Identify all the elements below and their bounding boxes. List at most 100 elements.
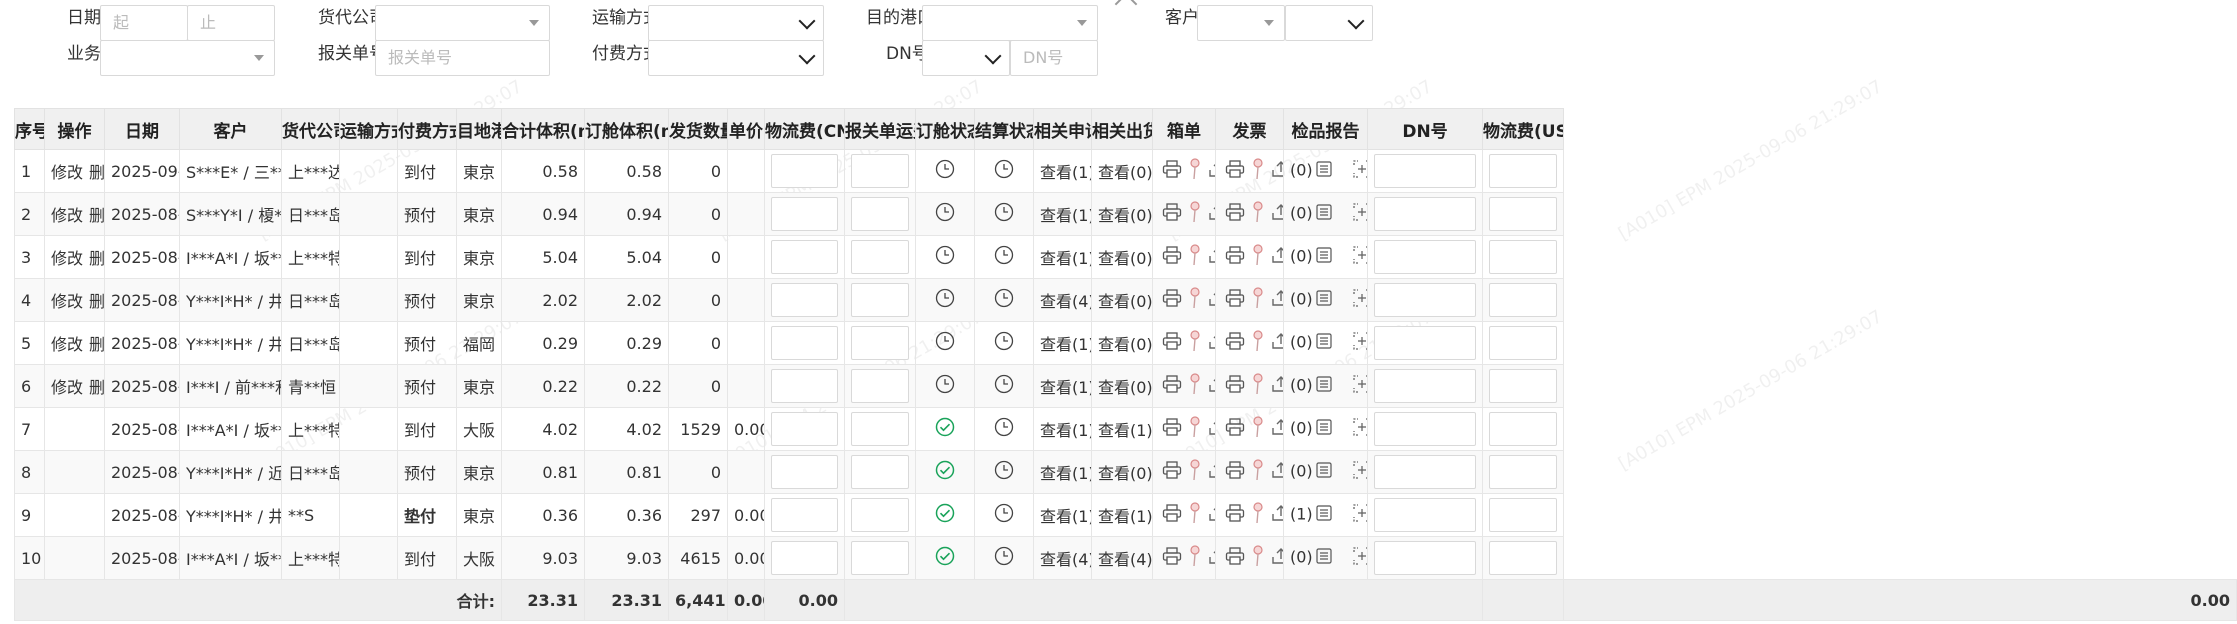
customs-fee-input[interactable] bbox=[851, 326, 909, 360]
delete-link[interactable]: 删除 bbox=[89, 206, 103, 225]
upload-icon[interactable] bbox=[1271, 246, 1283, 268]
logistics-cny-input[interactable] bbox=[771, 541, 838, 575]
edit-link[interactable]: 修改 bbox=[51, 249, 83, 268]
dn-input[interactable] bbox=[1374, 240, 1476, 274]
customs-no-input[interactable]: 报关单号 bbox=[375, 40, 550, 76]
related-ship-link[interactable]: 查看(0) bbox=[1091, 450, 1153, 494]
date-from-input[interactable]: 起 bbox=[100, 5, 188, 41]
edit-link[interactable]: 修改 bbox=[51, 206, 83, 225]
dn-input[interactable] bbox=[1374, 412, 1476, 446]
print-icon[interactable] bbox=[1225, 246, 1245, 268]
pin-icon[interactable] bbox=[1188, 244, 1202, 270]
related-ship-link[interactable]: 查看(4) bbox=[1091, 536, 1153, 580]
scan-add-icon[interactable] bbox=[1353, 547, 1367, 569]
scan-add-icon[interactable] bbox=[1353, 203, 1367, 225]
print-icon[interactable] bbox=[1225, 289, 1245, 311]
pin-icon[interactable] bbox=[1251, 158, 1265, 184]
related-apply-link[interactable]: 查看(1) bbox=[1033, 235, 1092, 279]
print-icon[interactable] bbox=[1225, 418, 1245, 440]
delete-link[interactable]: 删除 bbox=[89, 378, 103, 397]
list-icon[interactable] bbox=[1316, 419, 1332, 439]
business-select[interactable] bbox=[100, 40, 275, 76]
pin-icon[interactable] bbox=[1251, 244, 1265, 270]
collapse-chevron-icon[interactable] bbox=[1114, 0, 1138, 16]
logistics-usd-input[interactable] bbox=[1489, 498, 1557, 532]
dn-input[interactable] bbox=[1374, 541, 1476, 575]
edit-link[interactable]: 修改 bbox=[51, 335, 83, 354]
related-apply-link[interactable]: 查看(1) bbox=[1033, 493, 1092, 537]
pin-icon[interactable] bbox=[1188, 330, 1202, 356]
print-icon[interactable] bbox=[1162, 547, 1182, 569]
logistics-usd-input[interactable] bbox=[1489, 154, 1557, 188]
related-ship-link[interactable]: 查看(0) bbox=[1091, 149, 1153, 193]
date-to-input[interactable]: 止 bbox=[187, 5, 275, 41]
logistics-usd-input[interactable] bbox=[1489, 197, 1557, 231]
logistics-usd-input[interactable] bbox=[1489, 541, 1557, 575]
print-icon[interactable] bbox=[1162, 246, 1182, 268]
list-icon[interactable] bbox=[1316, 161, 1332, 181]
upload-icon[interactable] bbox=[1208, 504, 1215, 526]
scan-add-icon[interactable] bbox=[1353, 160, 1367, 182]
list-icon[interactable] bbox=[1316, 290, 1332, 310]
list-icon[interactable] bbox=[1316, 333, 1332, 353]
customs-fee-input[interactable] bbox=[851, 541, 909, 575]
logistics-cny-input[interactable] bbox=[771, 326, 838, 360]
related-ship-link[interactable]: 查看(0) bbox=[1091, 364, 1153, 408]
related-apply-link[interactable]: 查看(4) bbox=[1033, 536, 1092, 580]
upload-icon[interactable] bbox=[1271, 289, 1283, 311]
dn-input[interactable] bbox=[1374, 455, 1476, 489]
scan-add-icon[interactable] bbox=[1353, 418, 1367, 440]
scan-add-icon[interactable] bbox=[1353, 289, 1367, 311]
customs-fee-input[interactable] bbox=[851, 283, 909, 317]
dn-input[interactable] bbox=[1374, 154, 1476, 188]
scan-add-icon[interactable] bbox=[1353, 461, 1367, 483]
related-apply-link[interactable]: 查看(1) bbox=[1033, 364, 1092, 408]
related-apply-link[interactable]: 查看(1) bbox=[1033, 192, 1092, 236]
dn-select[interactable] bbox=[922, 40, 1010, 76]
pin-icon[interactable] bbox=[1251, 287, 1265, 313]
logistics-cny-input[interactable] bbox=[771, 197, 838, 231]
related-apply-link[interactable]: 查看(1) bbox=[1033, 321, 1092, 365]
delete-link[interactable]: 删除 bbox=[89, 249, 103, 268]
related-apply-link[interactable]: 查看(4) bbox=[1033, 278, 1092, 322]
transport-select[interactable] bbox=[648, 5, 824, 41]
related-apply-link[interactable]: 查看(1) bbox=[1033, 407, 1092, 451]
print-icon[interactable] bbox=[1162, 289, 1182, 311]
dn-input[interactable] bbox=[1374, 283, 1476, 317]
dn-input[interactable] bbox=[1374, 197, 1476, 231]
logistics-usd-input[interactable] bbox=[1489, 283, 1557, 317]
dn-input[interactable]: DN号 bbox=[1010, 40, 1098, 76]
upload-icon[interactable] bbox=[1271, 418, 1283, 440]
logistics-usd-input[interactable] bbox=[1489, 369, 1557, 403]
print-icon[interactable] bbox=[1162, 504, 1182, 526]
upload-icon[interactable] bbox=[1208, 160, 1215, 182]
customs-fee-input[interactable] bbox=[851, 154, 909, 188]
logistics-cny-input[interactable] bbox=[771, 240, 838, 274]
logistics-usd-input[interactable] bbox=[1489, 240, 1557, 274]
edit-link[interactable]: 修改 bbox=[51, 292, 83, 311]
scan-add-icon[interactable] bbox=[1353, 332, 1367, 354]
customer-sub-select[interactable] bbox=[1285, 5, 1373, 41]
logistics-cny-input[interactable] bbox=[771, 498, 838, 532]
delete-link[interactable]: 删除 bbox=[89, 335, 103, 354]
list-icon[interactable] bbox=[1316, 247, 1332, 267]
customer-select[interactable] bbox=[1197, 5, 1285, 41]
related-ship-link[interactable]: 查看(0) bbox=[1091, 235, 1153, 279]
dn-input[interactable] bbox=[1374, 326, 1476, 360]
scan-add-icon[interactable] bbox=[1353, 504, 1367, 526]
upload-icon[interactable] bbox=[1271, 375, 1283, 397]
logistics-cny-input[interactable] bbox=[771, 283, 838, 317]
logistics-usd-input[interactable] bbox=[1489, 412, 1557, 446]
print-icon[interactable] bbox=[1225, 461, 1245, 483]
print-icon[interactable] bbox=[1162, 461, 1182, 483]
customs-fee-input[interactable] bbox=[851, 412, 909, 446]
related-ship-link[interactable]: 查看(1) bbox=[1091, 493, 1153, 537]
logistics-cny-input[interactable] bbox=[771, 455, 838, 489]
customs-fee-input[interactable] bbox=[851, 498, 909, 532]
print-icon[interactable] bbox=[1162, 375, 1182, 397]
print-icon[interactable] bbox=[1225, 375, 1245, 397]
related-ship-link[interactable]: 查看(0) bbox=[1091, 192, 1153, 236]
print-icon[interactable] bbox=[1162, 332, 1182, 354]
upload-icon[interactable] bbox=[1271, 160, 1283, 182]
list-icon[interactable] bbox=[1316, 376, 1332, 396]
